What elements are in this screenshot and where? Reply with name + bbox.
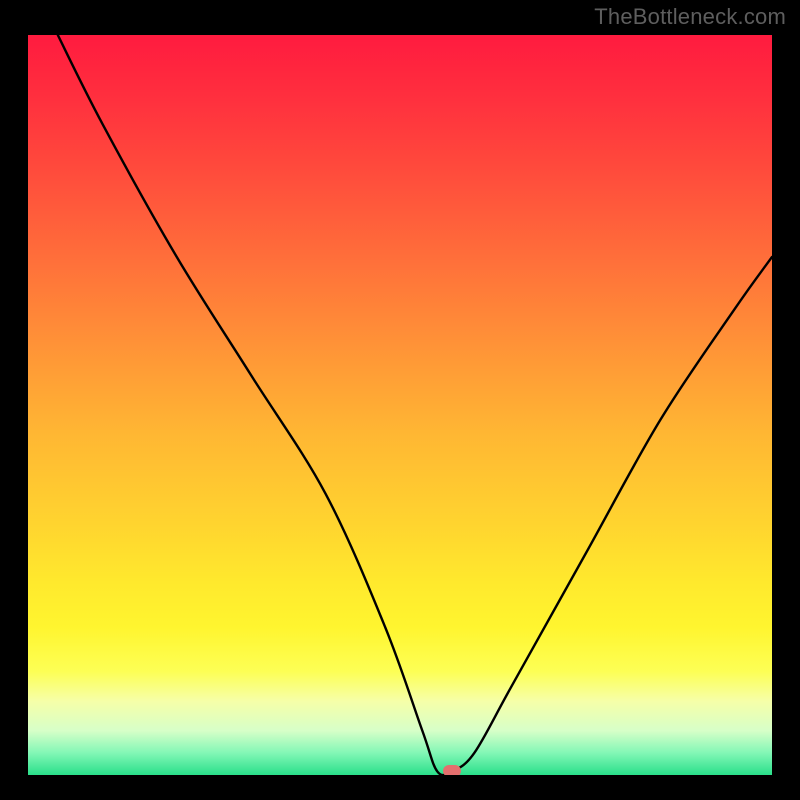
chart-frame: TheBottleneck.com: [0, 0, 800, 800]
optimal-point-marker: [443, 765, 461, 775]
plot-area: [28, 35, 772, 775]
bottleneck-curve: [28, 35, 772, 775]
watermark-text: TheBottleneck.com: [594, 4, 786, 30]
